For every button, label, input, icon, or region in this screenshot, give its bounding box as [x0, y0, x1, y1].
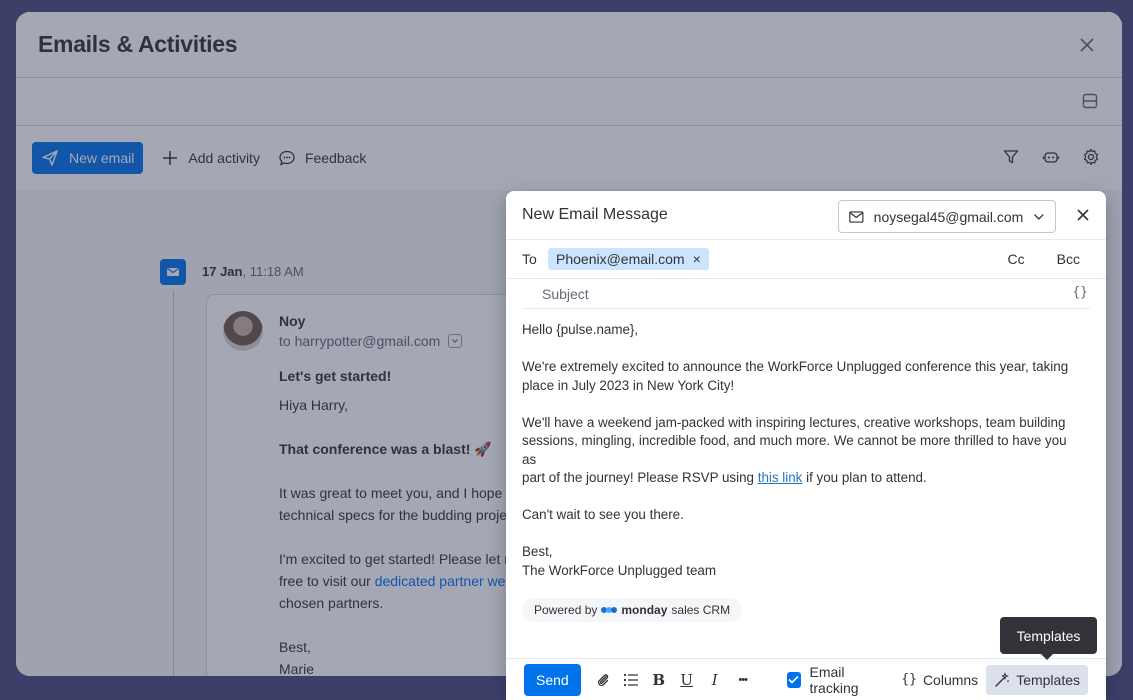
body-text: if you plan to attend.: [802, 470, 927, 485]
variables-button[interactable]: {}: [1072, 285, 1088, 300]
subject-input[interactable]: [522, 279, 1022, 308]
body-line: place in July 2023 in New York City!: [522, 377, 735, 393]
close-compose-icon[interactable]: [1076, 208, 1090, 222]
chevron-down-icon: [1034, 213, 1045, 220]
templates-label: Templates: [1016, 671, 1080, 688]
recipient-chip-text: Phoenix@email.com: [556, 251, 685, 267]
subject-row: {}: [522, 279, 1090, 309]
cc-button[interactable]: Cc: [1008, 251, 1025, 267]
to-row: To Phoenix@email.com × Cc Bcc: [506, 240, 1106, 279]
curly-braces-icon: {}: [901, 672, 917, 687]
compose-body[interactable]: Hello {pulse.name}, We're extremely exci…: [522, 321, 1082, 580]
columns-button[interactable]: {} Columns: [901, 672, 978, 688]
body-signoff: Best,: [522, 544, 553, 559]
bullet-list-icon[interactable]: [623, 672, 639, 688]
powered-prefix: Powered by: [534, 603, 598, 617]
monday-logo-icon: [601, 607, 618, 613]
body-paragraph: We're extremely excited to announce the …: [522, 358, 1082, 395]
rsvp-link[interactable]: this link: [758, 470, 803, 485]
attachment-icon[interactable]: [595, 672, 611, 688]
italic-button[interactable]: I: [707, 671, 723, 689]
to-label: To: [522, 251, 537, 267]
format-tools: B U I •••: [595, 671, 751, 689]
body-paragraph: Can't wait to see you there.: [522, 507, 684, 522]
email-tracking-toggle[interactable]: Email tracking: [786, 663, 886, 696]
underline-button[interactable]: U: [679, 671, 695, 689]
cc-bcc-group: Cc Bcc: [1008, 251, 1080, 267]
templates-button[interactable]: Templates: [986, 664, 1088, 695]
brand-name: monday: [621, 603, 668, 617]
email-tracking-label: Email tracking: [809, 663, 859, 696]
envelope-icon: [849, 210, 864, 223]
body-line: sessions, mingling, incredible food, and…: [522, 433, 1067, 467]
recipient-chip[interactable]: Phoenix@email.com ×: [548, 248, 709, 270]
templates-tooltip: Templates: [1000, 617, 1097, 660]
body-line: We'll have a weekend jam-packed with ins…: [522, 414, 1066, 430]
brand-suffix: sales CRM: [671, 603, 731, 617]
from-account-select[interactable]: noysegal45@gmail.com: [838, 200, 1056, 233]
remove-recipient-icon[interactable]: ×: [693, 251, 701, 267]
powered-by-badge[interactable]: Powered by monday sales CRM: [522, 598, 743, 622]
compose-header: New Email Message noysegal45@gmail.com: [506, 191, 1106, 240]
body-team: The WorkForce Unplugged team: [522, 562, 717, 578]
compose-title: New Email Message: [522, 206, 668, 223]
body-greeting: Hello {pulse.name},: [522, 322, 639, 337]
body-paragraph: We'll have a weekend jam-packed with ins…: [522, 414, 1082, 488]
compose-toolbar: Send B U I ••• Email tracking {} Columns…: [506, 658, 1106, 700]
from-email: noysegal45@gmail.com: [873, 208, 1024, 225]
more-options-icon[interactable]: •••: [735, 672, 751, 688]
checkbox-icon[interactable]: [786, 671, 801, 688]
body-line: We're extremely excited to announce the …: [522, 359, 1069, 374]
body-line: part of the journey! Please RSVP using t…: [522, 469, 1082, 488]
send-button[interactable]: Send: [524, 663, 581, 696]
body-text: part of the journey! Please RSVP using: [522, 470, 758, 485]
columns-label: Columns: [922, 671, 979, 688]
bold-button[interactable]: B: [651, 671, 667, 689]
bcc-button[interactable]: Bcc: [1057, 251, 1080, 267]
magic-wand-icon: [995, 671, 1010, 687]
